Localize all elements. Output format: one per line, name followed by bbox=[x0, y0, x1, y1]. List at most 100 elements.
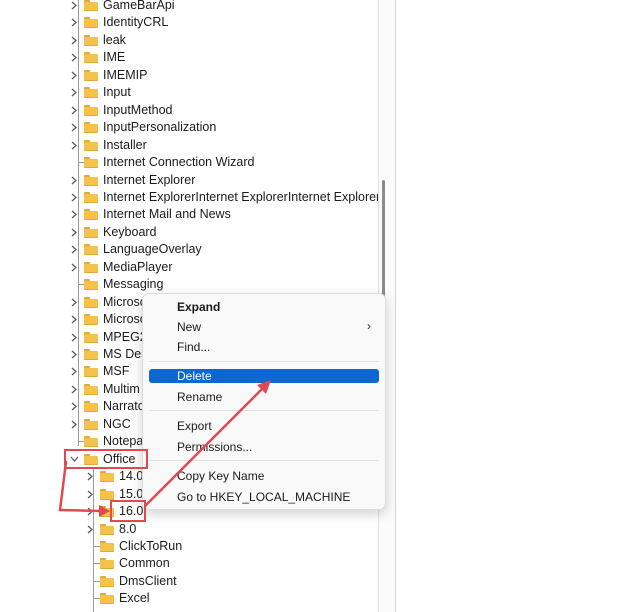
chevron-right-icon[interactable] bbox=[68, 32, 80, 49]
chevron-right-icon[interactable] bbox=[68, 137, 80, 154]
folder-icon bbox=[100, 471, 114, 483]
chevron-right-icon[interactable] bbox=[68, 189, 80, 206]
tree-item[interactable]: InputMethod bbox=[68, 102, 173, 119]
tree-item-label: InputPersonalization bbox=[103, 120, 217, 135]
chevron-right-icon[interactable] bbox=[68, 49, 80, 66]
tree-item[interactable]: Narrato bbox=[68, 398, 145, 415]
tree-item-label: Common bbox=[119, 556, 170, 571]
chevron-right-icon[interactable] bbox=[68, 398, 80, 415]
tree-item-label: 14.0 bbox=[119, 469, 144, 484]
tree-item[interactable]: Installer bbox=[68, 137, 147, 154]
tree-item[interactable]: Notepa bbox=[68, 433, 143, 450]
tree-item-label: leak bbox=[103, 32, 126, 47]
menu-item-expand[interactable]: Expand bbox=[149, 299, 379, 314]
key-16-highlight-box bbox=[110, 500, 146, 522]
folder-icon bbox=[84, 261, 98, 273]
tree-item-label: Input bbox=[103, 85, 131, 100]
tree-item[interactable]: Keyboard bbox=[68, 224, 157, 241]
chevron-right-icon[interactable] bbox=[68, 241, 80, 258]
folder-icon bbox=[84, 0, 98, 11]
tree-item[interactable]: Internet Explorer bbox=[68, 172, 195, 189]
chevron-right-icon[interactable] bbox=[84, 468, 96, 485]
chevron-right-icon[interactable] bbox=[68, 84, 80, 101]
folder-icon bbox=[84, 69, 98, 81]
chevron-right-icon[interactable] bbox=[68, 206, 80, 223]
tree-item[interactable]: Microsc bbox=[68, 294, 146, 311]
tree-item-label: IME bbox=[103, 50, 126, 65]
chevron-right-icon[interactable] bbox=[68, 294, 80, 311]
chevron-right-icon[interactable] bbox=[68, 259, 80, 276]
menu-item-find[interactable]: Find... bbox=[149, 339, 379, 354]
chevron-right-icon[interactable] bbox=[84, 486, 96, 503]
tree-item[interactable]: Common bbox=[84, 555, 170, 572]
chevron-right-icon[interactable] bbox=[68, 329, 80, 346]
folder-icon bbox=[100, 488, 114, 500]
tree-item-label: Microsc bbox=[103, 294, 147, 309]
menu-item-goto[interactable]: Go to HKEY_LOCAL_MACHINE bbox=[149, 489, 379, 504]
tree-item-label: Internet Explorer bbox=[103, 172, 196, 187]
tree-item[interactable]: Internet Connection Wizard bbox=[68, 154, 254, 171]
tree-item-label: DmsClient bbox=[119, 573, 177, 588]
tree-item[interactable]: MSF bbox=[68, 363, 129, 380]
tree-item[interactable]: DmsClient bbox=[84, 573, 177, 590]
chevron-right-icon[interactable] bbox=[68, 346, 80, 363]
tree-item[interactable]: Internet ExplorerInternet ExplorerIntern… bbox=[68, 189, 380, 206]
chevron-right-icon[interactable] bbox=[68, 14, 80, 31]
chevron-right-icon[interactable] bbox=[84, 503, 96, 520]
tree-item[interactable]: GameBarApi bbox=[68, 0, 175, 14]
menu-item-rename[interactable]: Rename bbox=[149, 389, 379, 404]
folder-icon bbox=[84, 436, 98, 448]
chevron-right-icon[interactable] bbox=[68, 172, 80, 189]
tree-item[interactable]: leak bbox=[68, 32, 126, 49]
tree-item[interactable]: Excel bbox=[84, 590, 150, 607]
chevron-right-icon[interactable] bbox=[68, 0, 80, 14]
tree-item[interactable]: ClickToRun bbox=[84, 538, 182, 555]
chevron-right-icon[interactable] bbox=[68, 224, 80, 241]
context-menu: Expand New › Find... Delete Rename Export… bbox=[142, 293, 386, 510]
office-highlight-box bbox=[64, 449, 148, 469]
tree-item[interactable]: IMEMIP bbox=[68, 67, 147, 84]
tree-item[interactable]: LanguageOverlay bbox=[68, 241, 202, 258]
menu-item-new[interactable]: New › bbox=[149, 319, 379, 334]
menu-item-copy-key-name[interactable]: Copy Key Name bbox=[149, 468, 379, 483]
tree-item[interactable]: IdentityCRL bbox=[68, 14, 168, 31]
chevron-right-icon[interactable] bbox=[68, 363, 80, 380]
tree-item[interactable]: Microsc bbox=[68, 311, 146, 328]
values-pane[interactable] bbox=[396, 0, 640, 612]
tree-item[interactable]: Input bbox=[68, 84, 131, 101]
chevron-right-icon[interactable] bbox=[68, 102, 80, 119]
folder-icon bbox=[84, 157, 98, 169]
chevron-right-icon[interactable] bbox=[68, 119, 80, 136]
tree-item[interactable]: MS Des bbox=[68, 346, 147, 363]
tree-item[interactable]: 8.0 bbox=[84, 521, 136, 538]
tree-item[interactable]: Multim bbox=[68, 381, 140, 398]
tree-item[interactable]: InputPersonalization bbox=[68, 119, 216, 136]
tree-item-label: Internet Connection Wizard bbox=[103, 155, 255, 170]
tree-item[interactable]: 14.0 bbox=[84, 468, 143, 485]
chevron-right-icon[interactable] bbox=[68, 416, 80, 433]
tree-item-label: Microsc bbox=[103, 312, 147, 327]
menu-item-permissions[interactable]: Permissions... bbox=[149, 439, 379, 454]
tree-item[interactable]: IME bbox=[68, 49, 125, 66]
menu-separator bbox=[149, 460, 379, 461]
tree-item[interactable]: NGC bbox=[68, 416, 131, 433]
menu-separator bbox=[149, 410, 379, 411]
chevron-right-icon[interactable] bbox=[68, 381, 80, 398]
chevron-right-icon[interactable] bbox=[84, 521, 96, 538]
menu-item-export[interactable]: Export bbox=[149, 418, 379, 433]
chevron-right-icon[interactable] bbox=[68, 311, 80, 328]
chevron-right-icon[interactable] bbox=[68, 67, 80, 84]
tree-item[interactable]: Internet Mail and News bbox=[68, 206, 231, 223]
menu-item-goto-label: Go to HKEY_LOCAL_MACHINE bbox=[177, 489, 351, 504]
folder-icon bbox=[100, 593, 114, 605]
menu-item-delete[interactable]: Delete bbox=[149, 369, 379, 383]
tree-item-label: MPEG2 bbox=[103, 329, 147, 344]
tree-item[interactable]: MediaPlayer bbox=[68, 259, 172, 276]
tree-item[interactable]: Messaging bbox=[68, 276, 163, 293]
tree-item[interactable]: MPEG2 bbox=[68, 329, 147, 346]
folder-icon bbox=[84, 279, 98, 291]
